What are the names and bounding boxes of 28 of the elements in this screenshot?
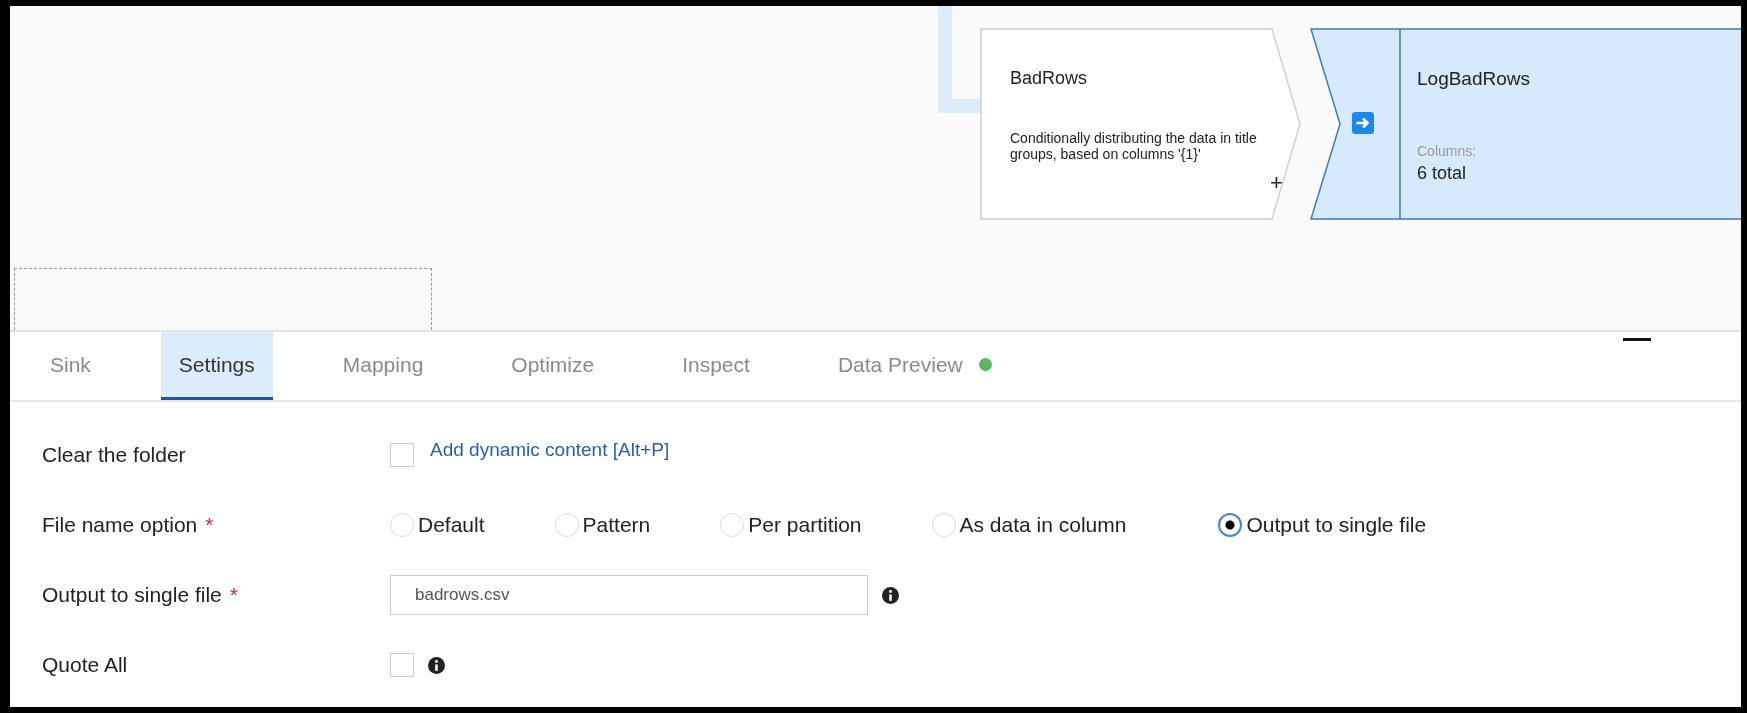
node-description: Conditionally distributing the data in title groups, based on columns '{1}' [1010, 130, 1258, 162]
sink-icon [1352, 112, 1374, 134]
checkbox[interactable] [390, 443, 414, 467]
radio-button[interactable] [1218, 513, 1243, 537]
field-label: Quote All [42, 653, 128, 677]
node-title[interactable]: BadRows [1010, 68, 1088, 89]
radio-label[interactable]: Pattern [582, 513, 651, 537]
radio-option[interactable]: Default [390, 513, 485, 537]
columns-count: 6 total [1417, 163, 1467, 184]
field-label: Clear the folder [42, 443, 186, 467]
info-icon[interactable] [882, 586, 899, 604]
required-mark: * [205, 513, 214, 537]
checkbox[interactable] [390, 653, 414, 677]
field-label: Output to single file [42, 583, 222, 607]
dynamic-content-link[interactable]: Add dynamic content [Alt+P] [430, 439, 670, 461]
radio-option[interactable]: Pattern [554, 513, 651, 537]
add-button[interactable]: + [1270, 170, 1283, 196]
minimize-icon[interactable] [1623, 338, 1651, 341]
info-icon[interactable] [428, 656, 445, 674]
node-title[interactable]: LogBadRows [1417, 68, 1531, 90]
radio-label[interactable]: Per partition [748, 513, 862, 537]
radio-label[interactable]: Default [418, 513, 485, 537]
input-field[interactable]: badrows.csv [390, 575, 868, 615]
tab[interactable]: Settings [160, 332, 273, 400]
field-label: File name option [42, 513, 198, 537]
columns-label: Columns: [1417, 143, 1477, 159]
radio-option[interactable]: Per partition [720, 513, 862, 537]
required-mark: * [229, 583, 238, 607]
